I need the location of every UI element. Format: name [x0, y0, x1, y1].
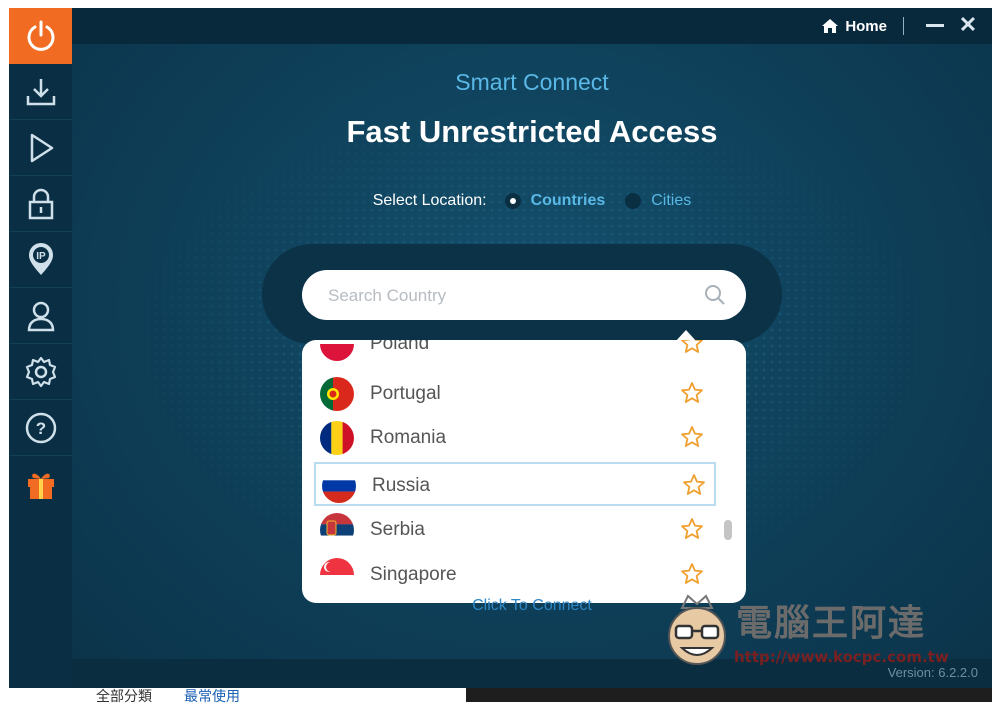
search-box — [302, 270, 746, 322]
page-subtitle: Smart Connect — [455, 69, 609, 95]
country-item-russia[interactable]: Russia — [314, 462, 716, 506]
countries-radio[interactable] — [504, 193, 521, 209]
star-icon[interactable] — [682, 473, 706, 497]
minimize-icon[interactable] — [926, 24, 944, 27]
sidebar-item-ip[interactable]: IP — [9, 232, 72, 288]
user-icon — [27, 301, 54, 331]
play-icon — [30, 133, 53, 162]
taskbar-text-frequent[interactable]: 最常使用 — [184, 686, 240, 706]
svg-text:?: ? — [35, 419, 45, 438]
country-name: Romania — [370, 427, 447, 448]
country-item-singapore[interactable]: Singapore — [314, 553, 716, 597]
power-icon — [27, 20, 54, 51]
close-icon[interactable]: ✕ — [958, 14, 978, 36]
watermark-text: 電腦王阿達 — [736, 603, 927, 644]
country-name: Russia — [372, 475, 431, 496]
location-selector: Select Location: Countries Cities — [72, 192, 992, 210]
star-icon[interactable] — [680, 517, 704, 541]
romania-flag-icon — [320, 421, 354, 455]
country-dropdown: Poland Portugal Romania Russia Serbia Si… — [302, 340, 746, 603]
title-bar: Home ✕ — [72, 8, 992, 44]
cities-option-label[interactable]: Cities — [651, 192, 691, 210]
sidebar-item-gift[interactable] — [9, 456, 72, 512]
russia-flag-icon — [322, 469, 356, 503]
taskbar-panel — [26, 688, 466, 702]
portugal-flag-icon — [320, 377, 354, 411]
sidebar-item-play[interactable] — [9, 120, 72, 176]
gear-icon — [25, 356, 56, 387]
taskbar-text-categories[interactable]: 全部分類 — [96, 686, 152, 706]
star-icon[interactable] — [680, 381, 704, 405]
location-label: Select Location: — [372, 192, 487, 209]
serbia-flag-icon — [320, 513, 354, 547]
dropdown-scrollbar[interactable] — [724, 520, 732, 540]
sidebar-item-settings[interactable] — [9, 344, 72, 400]
country-item-portugal[interactable]: Portugal — [314, 372, 716, 416]
watermark-url: http://www.kocpc.com.tw — [734, 648, 949, 666]
sidebar-item-download[interactable] — [9, 64, 72, 120]
home-label: Home — [845, 17, 887, 35]
country-item-serbia[interactable]: Serbia — [314, 508, 716, 552]
search-icon[interactable] — [704, 284, 726, 306]
country-name: Portugal — [370, 383, 441, 404]
country-item-romania[interactable]: Romania — [314, 416, 716, 460]
lock-icon — [28, 188, 53, 219]
poland-flag-icon — [320, 340, 354, 361]
sidebar-item-user[interactable] — [9, 288, 72, 344]
download-icon — [26, 78, 55, 105]
country-name: Poland — [370, 340, 430, 354]
star-icon[interactable] — [680, 562, 704, 586]
svg-text:IP: IP — [36, 251, 46, 262]
cities-radio[interactable] — [625, 193, 642, 209]
app-window: IP ? Home ✕ Smart Connect Fast Unrestric… — [9, 8, 992, 688]
help-icon: ? — [25, 412, 56, 443]
sidebar-item-help[interactable]: ? — [9, 400, 72, 456]
sidebar-item-power[interactable] — [9, 8, 72, 64]
home-button[interactable]: Home — [821, 16, 887, 36]
gift-icon — [27, 473, 54, 499]
country-name: Singapore — [370, 564, 457, 585]
star-icon[interactable] — [680, 425, 704, 449]
sidebar: IP ? — [9, 8, 72, 688]
country-item-poland[interactable]: Poland — [314, 340, 716, 366]
sidebar-item-lock[interactable] — [9, 176, 72, 232]
star-icon[interactable] — [680, 340, 704, 355]
title-divider — [903, 17, 904, 35]
page-title: Fast Unrestricted Access — [346, 114, 718, 149]
watermark: 電腦王阿達 http://www.kocpc.com.tw — [660, 588, 960, 674]
home-icon — [822, 19, 839, 33]
watermark-mascot-icon — [668, 594, 726, 665]
countries-option-label[interactable]: Countries — [531, 192, 606, 210]
singapore-flag-icon — [320, 558, 354, 592]
ip-location-icon: IP — [28, 242, 53, 275]
country-name: Serbia — [370, 519, 425, 540]
search-input[interactable] — [326, 270, 690, 322]
